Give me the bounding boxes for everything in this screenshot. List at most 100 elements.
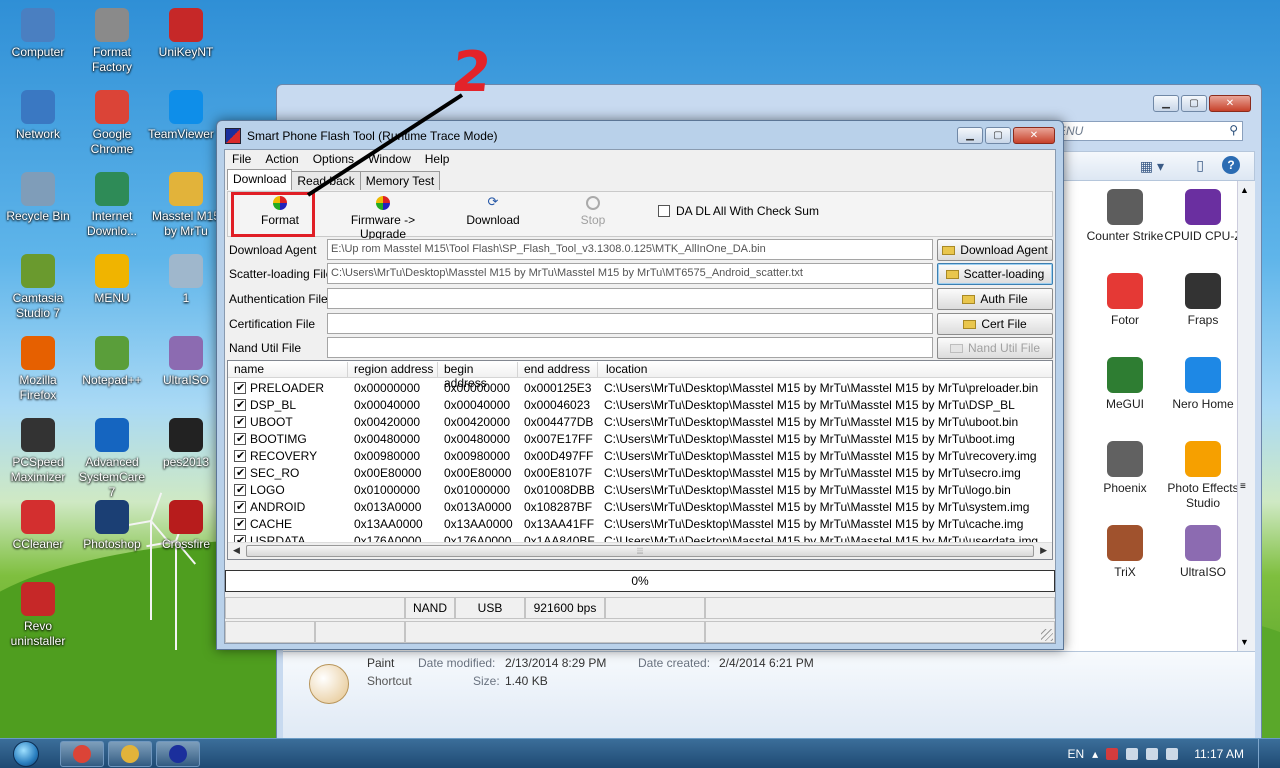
volume-icon[interactable] xyxy=(1146,748,1159,760)
nand-field[interactable] xyxy=(327,337,933,358)
desktop-icon[interactable]: Revo uninstaller xyxy=(0,582,76,649)
auth-file-button[interactable]: Auth File xyxy=(937,288,1053,310)
firmware-upgrade-button[interactable]: Firmware -> Upgrade xyxy=(328,196,438,241)
minimize-icon[interactable]: ▁ xyxy=(957,127,983,144)
table-row[interactable]: UBOOT 0x00420000 0x00420000 0x004477DB C:\Us… xyxy=(228,414,1052,431)
desktop-icon[interactable]: Mozilla Firefox xyxy=(0,336,76,403)
desktop-icon[interactable]: Format Factory xyxy=(74,8,150,75)
view-options-icon[interactable]: ▦ ▾ xyxy=(1140,158,1164,175)
desktop-icon[interactable]: CCleaner xyxy=(0,500,76,552)
download-agent-button[interactable]: Download Agent xyxy=(937,239,1053,261)
row-checkbox[interactable] xyxy=(234,466,246,479)
minimize-icon[interactable]: ▁ xyxy=(1153,95,1179,112)
desktop-icon[interactable]: UltraISO xyxy=(148,336,224,388)
cert-field[interactable] xyxy=(327,313,933,334)
table-row[interactable]: CACHE 0x13AA0000 0x13AA0000 0x13AA41FF C:\Us… xyxy=(228,516,1052,533)
table-row[interactable]: LOGO 0x01000000 0x01000000 0x01008DBB C:\Use… xyxy=(228,482,1052,499)
desktop-icon[interactable]: Crossfire xyxy=(148,500,224,552)
col-region-address[interactable]: region address xyxy=(348,362,438,378)
desktop-icon[interactable]: pes2013 xyxy=(148,418,224,470)
table-row[interactable]: SEC_RO 0x00E80000 0x00E80000 0x00E8107F C:\U… xyxy=(228,465,1052,482)
taskbar-app-button[interactable] xyxy=(156,741,200,767)
desktop-icon[interactable]: Network xyxy=(0,90,76,142)
explorer-icon[interactable]: Fraps xyxy=(1163,273,1243,328)
download-button[interactable]: ⟳ Download xyxy=(458,195,528,227)
row-checkbox[interactable] xyxy=(234,415,246,428)
tab-download[interactable]: Download xyxy=(227,169,293,190)
explorer-icon[interactable]: Nero Home xyxy=(1163,357,1243,412)
desktop-icon[interactable]: UniKeyNT xyxy=(148,8,224,60)
explorer-icon[interactable]: CPUID CPU-Z xyxy=(1163,189,1243,244)
row-checkbox[interactable] xyxy=(234,398,246,411)
scatter-field[interactable]: C:\Users\MrTu\Desktop\Masstel M15 by MrT… xyxy=(327,263,933,284)
menu-window[interactable]: Window xyxy=(361,150,418,169)
row-checkbox[interactable] xyxy=(234,500,246,513)
explorer-icon[interactable]: Photo Effects Studio xyxy=(1163,441,1243,511)
desktop-icon[interactable]: Internet Downlo... xyxy=(74,172,150,239)
explorer-icon[interactable]: MeGUI xyxy=(1085,357,1165,412)
help-icon[interactable]: ? xyxy=(1222,156,1240,174)
menu-options[interactable]: Options xyxy=(306,150,361,169)
clock[interactable]: 11:17 AM xyxy=(1194,747,1244,761)
flash-tool-window[interactable]: Smart Phone Flash Tool (Runtime Trace Mo… xyxy=(216,120,1064,650)
tab-memory-test[interactable]: Memory Test xyxy=(359,171,441,190)
desktop-icon[interactable]: Photoshop xyxy=(74,500,150,552)
desktop-icon[interactable]: Advanced SystemCare 7 xyxy=(74,418,150,500)
download-agent-field[interactable]: E:\Up rom Masstel M15\Tool Flash\SP_Flas… xyxy=(327,239,933,260)
explorer-icon[interactable]: Counter Strike xyxy=(1085,189,1165,244)
explorer-icon[interactable]: TriX xyxy=(1085,525,1165,580)
stop-button[interactable]: Stop xyxy=(568,196,618,227)
flag-icon[interactable] xyxy=(1106,748,1119,760)
desktop-icon[interactable]: Recycle Bin xyxy=(0,172,76,224)
scroll-left-icon[interactable]: ◀ xyxy=(233,545,240,556)
tray-expand-icon[interactable]: ▴ xyxy=(1092,747,1098,761)
search-icon[interactable]: ⚲ xyxy=(1229,123,1238,137)
explorer-icon[interactable]: Fotor xyxy=(1085,273,1165,328)
tab-read-back[interactable]: Read back xyxy=(291,171,361,190)
preview-pane-icon[interactable]: ▯ xyxy=(1196,157,1204,174)
table-row[interactable]: BOOTIMG 0x00480000 0x00480000 0x007E17FF C:\… xyxy=(228,431,1052,448)
language-indicator[interactable]: EN xyxy=(1067,747,1084,761)
table-row[interactable]: RECOVERY 0x00980000 0x00980000 0x00D497FF C:… xyxy=(228,448,1052,465)
da-checksum-checkbox[interactable] xyxy=(658,205,670,217)
scroll-right-icon[interactable]: ▶ xyxy=(1040,545,1047,556)
resize-grip[interactable] xyxy=(1041,629,1053,641)
col-name[interactable]: name xyxy=(228,362,348,378)
network-tray-icon[interactable] xyxy=(1126,748,1139,760)
menu-action[interactable]: Action xyxy=(258,150,305,169)
table-row[interactable]: PRELOADER 0x00000000 0x00000000 0x000125E3 C… xyxy=(228,380,1052,397)
row-checkbox[interactable] xyxy=(234,449,246,462)
auth-field[interactable] xyxy=(327,288,933,309)
taskbar-app-button[interactable] xyxy=(108,741,152,767)
close-icon[interactable]: ✕ xyxy=(1209,95,1251,112)
cert-file-button[interactable]: Cert File xyxy=(937,313,1053,335)
col-begin-address[interactable]: begin address xyxy=(438,362,518,390)
scatter-loading-button[interactable]: Scatter-loading xyxy=(937,263,1053,285)
desktop-icon[interactable]: 1 xyxy=(148,254,224,306)
taskbar-app-button[interactable] xyxy=(60,741,104,767)
desktop-icon[interactable]: Masstel M15 by MrTu xyxy=(148,172,224,239)
col-location[interactable]: location xyxy=(600,362,1052,378)
row-checkbox[interactable] xyxy=(234,517,246,530)
explorer-search-input[interactable]: MENU ⚲ xyxy=(1043,121,1243,141)
desktop-icon[interactable]: PCSpeed Maximizer xyxy=(0,418,76,485)
menu-help[interactable]: Help xyxy=(418,150,457,169)
battery-icon[interactable] xyxy=(1166,748,1179,760)
table-row[interactable]: DSP_BL 0x00040000 0x00040000 0x00046023 C:\U… xyxy=(228,397,1052,414)
row-checkbox[interactable] xyxy=(234,432,246,445)
da-checksum-option[interactable]: DA DL All With Check Sum xyxy=(658,204,819,218)
desktop-icon[interactable]: Computer xyxy=(0,8,76,60)
horizontal-scrollbar[interactable]: ◀ ⦙⦙⦙ ▶ xyxy=(228,542,1052,559)
nand-util-button[interactable]: Nand Util File xyxy=(937,337,1053,359)
desktop-icon[interactable]: Camtasia Studio 7 xyxy=(0,254,76,321)
row-checkbox[interactable] xyxy=(234,483,246,496)
desktop-icon[interactable]: Notepad++ xyxy=(74,336,150,388)
scroll-thumb[interactable]: ⦙⦙⦙ xyxy=(246,545,1034,557)
maximize-icon[interactable]: ▢ xyxy=(985,127,1011,144)
partition-list[interactable]: name region address begin address end ad… xyxy=(227,360,1053,560)
desktop-icon[interactable]: TeamViewer 9 xyxy=(148,90,224,142)
close-icon[interactable]: ✕ xyxy=(1013,127,1055,144)
show-desktop-button[interactable] xyxy=(1258,739,1270,768)
desktop-icon[interactable]: Google Chrome xyxy=(74,90,150,157)
table-row[interactable]: ANDROID 0x013A0000 0x013A0000 0x108287BF C:\… xyxy=(228,499,1052,516)
